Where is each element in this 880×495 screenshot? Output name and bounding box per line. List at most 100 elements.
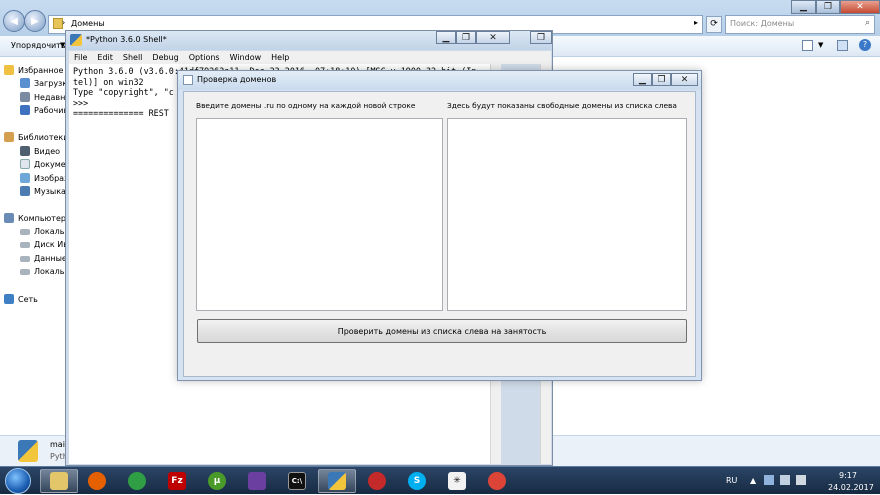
chevron-up-icon[interactable]: ▲ — [750, 476, 756, 485]
drive-icon — [20, 241, 30, 248]
shell-minimize-button[interactable]: ▁ — [436, 31, 456, 44]
shell-titlebar: *Python 3.6.0 Shell* ▁ ❐ ✕ ❐ — [66, 31, 552, 50]
taskbar-console[interactable]: C:\ — [278, 469, 316, 493]
nav-recent[interactable]: Недавни — [20, 92, 71, 102]
nav-images[interactable]: Изображ — [20, 173, 71, 183]
taskbar: Fz µ C:\ S ✳ RU ▲ 9:17 24.02.2017 — [0, 466, 880, 494]
menu-window[interactable]: Window — [230, 53, 262, 62]
close-button[interactable]: ✕ — [840, 0, 880, 14]
taskbar-app3[interactable] — [358, 469, 396, 493]
navigation-pane: Избранное Загрузки Недавни Рабочий Библи… — [0, 57, 73, 435]
tray-icon[interactable] — [764, 475, 774, 485]
taskbar-app[interactable] — [118, 469, 156, 493]
taskbar-firefox[interactable] — [78, 469, 116, 493]
utorrent-icon: µ — [208, 472, 226, 490]
menu-file[interactable]: File — [74, 53, 87, 62]
taskbar-filezilla[interactable]: Fz — [158, 469, 196, 493]
dialog-minimize-button[interactable]: ▁ — [633, 73, 652, 86]
start-button[interactable] — [5, 468, 31, 494]
dialog-titlebar: Проверка доменов ▁ ❐ ✕ — [178, 71, 701, 90]
clock-date[interactable]: 24.02.2017 — [828, 483, 874, 492]
nav-desktop[interactable]: Рабочий — [20, 105, 69, 115]
window-behind-maximize-button[interactable]: ❐ — [530, 31, 552, 44]
desktop-icon — [20, 105, 30, 115]
nav-label: Компьютер — [18, 213, 66, 223]
taskbar-utorrent[interactable]: µ — [198, 469, 236, 493]
preview-pane-icon[interactable] — [837, 40, 848, 51]
taskbar-chrome[interactable] — [478, 469, 516, 493]
nav-local-disk-1[interactable]: Локальн — [20, 227, 70, 236]
dialog-title: Проверка доменов — [197, 75, 277, 84]
nav-music[interactable]: Музыка — [20, 186, 66, 196]
menu-options[interactable]: Options — [189, 53, 220, 62]
address-text: Домены — [71, 19, 105, 28]
nav-label: Видео — [34, 146, 61, 156]
chrome-icon — [488, 472, 506, 490]
shell-maximize-button[interactable]: ❐ — [456, 31, 476, 44]
nav-label: Библиотеки — [18, 132, 69, 142]
network-icon[interactable] — [780, 475, 790, 485]
dialog-close-button[interactable]: ✕ — [671, 73, 698, 86]
nav-computer[interactable]: Компьютер — [4, 213, 66, 223]
refresh-icon[interactable]: ⟳ — [706, 16, 722, 33]
chevron-right-icon: › — [62, 18, 66, 27]
taskbar-python[interactable] — [318, 469, 356, 493]
input-label: Введите домены .ru по одному на каждой н… — [196, 101, 416, 110]
search-placeholder: Поиск: Домены — [730, 19, 795, 28]
dialog-maximize-button[interactable]: ❐ — [652, 73, 671, 86]
menu-shell[interactable]: Shell — [123, 53, 143, 62]
filezilla-icon: Fz — [168, 472, 186, 490]
shell-close-button[interactable]: ✕ — [476, 31, 510, 44]
menu-edit[interactable]: Edit — [97, 53, 113, 62]
dialog-client-area: Введите домены .ru по одному на каждой н… — [183, 91, 696, 377]
libraries-icon — [4, 132, 14, 142]
chevron-right-icon: ▸ — [693, 18, 698, 27]
console-icon: C:\ — [288, 472, 306, 490]
domain-checker-window: Проверка доменов ▁ ❐ ✕ Введите домены .r… — [177, 70, 702, 381]
help-icon[interactable]: ? — [859, 39, 871, 51]
view-icon[interactable] — [802, 40, 813, 51]
cursor-icon: ✳ — [448, 472, 466, 490]
taskbar-app2[interactable] — [238, 469, 276, 493]
check-domains-button[interactable]: Проверить домены из списка слева на заня… — [197, 319, 687, 343]
taskbar-app4[interactable]: ✳ — [438, 469, 476, 493]
computer-icon — [4, 213, 14, 223]
back-icon[interactable]: ◀ — [3, 10, 25, 32]
taskbar-explorer[interactable] — [40, 469, 78, 493]
forward-icon[interactable]: ▶ — [24, 10, 46, 32]
nav-local-disk-2[interactable]: Локальн — [20, 267, 70, 276]
app-icon — [183, 75, 193, 85]
drive-icon — [20, 228, 30, 235]
drive-icon — [20, 255, 30, 262]
firefox-icon — [88, 472, 106, 490]
nav-documents[interactable]: Докумен — [20, 159, 71, 169]
drive-icon — [20, 268, 30, 275]
nav-favorites[interactable]: Избранное — [4, 65, 63, 75]
downloads-icon — [20, 78, 30, 88]
python-icon — [328, 472, 346, 490]
free-domains-output[interactable] — [447, 118, 687, 311]
volume-icon[interactable] — [796, 475, 806, 485]
menu-help[interactable]: Help — [271, 53, 289, 62]
network-icon — [4, 294, 14, 304]
star-icon — [4, 65, 14, 75]
minimize-button[interactable]: ▁ — [791, 0, 816, 14]
clock-time[interactable]: 9:17 — [839, 471, 857, 480]
nav-libraries[interactable]: Библиотеки — [4, 132, 68, 142]
search-input[interactable]: Поиск: Домены ⌕ — [725, 15, 875, 34]
organize-button[interactable]: Упорядочить — [11, 41, 66, 50]
taskbar-skype[interactable]: S — [398, 469, 436, 493]
python-icon — [70, 34, 82, 46]
menu-debug[interactable]: Debug — [152, 53, 178, 62]
nav-videos[interactable]: Видео — [20, 146, 60, 156]
music-icon — [20, 186, 30, 196]
language-indicator[interactable]: RU — [726, 476, 737, 485]
system-tray: RU ▲ 9:17 24.02.2017 — [720, 467, 880, 495]
domains-input[interactable] — [196, 118, 443, 311]
nav-network[interactable]: Сеть — [4, 294, 38, 304]
app-icon — [248, 472, 266, 490]
chevron-down-icon[interactable]: ▼ — [818, 41, 823, 49]
documents-icon — [20, 159, 30, 169]
nav-label: Сеть — [18, 294, 38, 304]
maximize-button[interactable]: ❐ — [816, 0, 840, 14]
